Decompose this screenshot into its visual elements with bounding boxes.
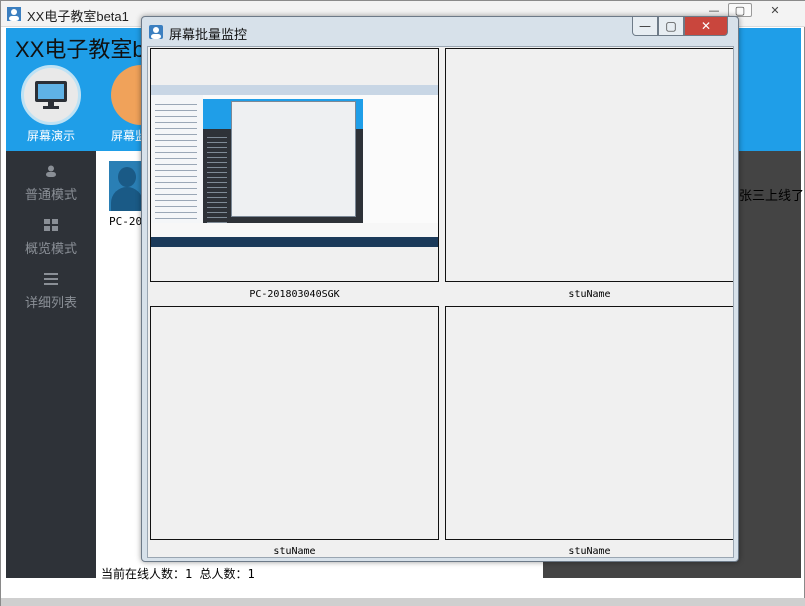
sidebar: 普通模式 概览模式 详细列表	[6, 151, 96, 578]
sidebar-item-label: 概览模式	[24, 241, 77, 256]
screen-demo-button[interactable]: 屏幕演示	[16, 65, 86, 144]
screen-thumbnail	[151, 85, 438, 247]
dialog-maximize-button[interactable]: ▢	[658, 17, 684, 36]
list-icon	[6, 273, 96, 288]
sidebar-item-normal-mode[interactable]: 普通模式	[6, 165, 96, 203]
screen-panel-3[interactable]	[150, 306, 439, 540]
sidebar-item-label: 详细列表	[24, 295, 77, 310]
online-message: 张三上线了	[739, 188, 805, 203]
bottom-strip	[1, 598, 805, 606]
online-count-status: 当前在线人数：1 总人数：1	[101, 567, 255, 581]
right-message-panel	[736, 151, 801, 578]
user-icon	[6, 165, 96, 180]
screen-panel-label: stuName	[273, 546, 316, 557]
grid-icon	[6, 219, 96, 234]
sidebar-item-detail-list[interactable]: 详细列表	[6, 273, 96, 311]
app-user-icon	[7, 7, 21, 21]
minimize-button[interactable]: —	[702, 3, 726, 17]
main-window-title: XX电子教室beta1	[27, 9, 129, 24]
screen-panel-label: PC-201803040SGK	[249, 289, 340, 300]
dialog-title: 屏幕批量监控	[169, 27, 248, 42]
screen-demo-label: 屏幕演示	[26, 129, 75, 143]
monitor-icon	[21, 65, 81, 125]
dialog-user-icon	[149, 25, 163, 39]
screen-panel-label: stuName	[568, 289, 611, 300]
dialog-close-button[interactable]: ✕	[684, 17, 728, 36]
sidebar-item-overview-mode[interactable]: 概览模式	[6, 219, 96, 257]
screen-panel-label: stuName	[568, 546, 611, 557]
message-panel-bottom	[543, 561, 801, 578]
batch-monitor-dialog: 屏幕批量监控 — ▢ ✕ PC-201803040SGK stuName stu…	[141, 16, 739, 562]
student-avatar	[109, 161, 145, 211]
dialog-minimize-button[interactable]: —	[632, 17, 658, 36]
maximize-button[interactable]: ▢	[728, 3, 752, 17]
screen-monitor-icon	[111, 65, 141, 125]
sidebar-item-label: 普通模式	[24, 187, 77, 202]
close-button[interactable]: ✕	[763, 3, 787, 17]
screen-panel-4[interactable]	[445, 306, 733, 540]
monitor-grid: PC-201803040SGK stuName stuName stuName	[147, 46, 734, 558]
screen-panel-2[interactable]	[445, 48, 733, 282]
screen-monitor-button[interactable]: 屏幕监控	[111, 65, 141, 144]
screen-panel-1[interactable]	[150, 48, 439, 282]
app-heading: XX电子教室beta1	[15, 37, 143, 62]
screen-monitor-label: 屏幕监控	[111, 129, 141, 143]
